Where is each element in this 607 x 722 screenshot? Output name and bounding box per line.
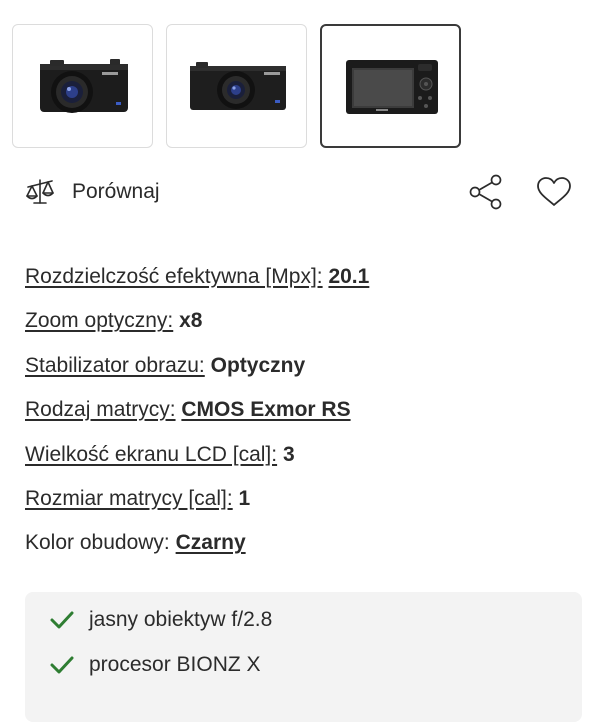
spec-label-sensor-size[interactable]: Rozmiar matrycy [cal]: xyxy=(25,487,233,510)
spec-value-sensor-type[interactable]: CMOS Exmor RS xyxy=(181,398,350,421)
camera-front-angled-image xyxy=(39,59,128,113)
spec-row: Rozmiar matrycy [cal]: 1 xyxy=(25,477,369,521)
favorite-button[interactable] xyxy=(534,172,574,212)
spec-label-resolution[interactable]: Rozdzielczość efektywna [Mpx]: xyxy=(25,265,323,288)
spec-row: Wielkość ekranu LCD [cal]: 3 xyxy=(25,433,369,477)
spec-label-stabilizer[interactable]: Stabilizator obrazu: xyxy=(25,354,205,377)
camera-front-image xyxy=(189,62,286,110)
spec-value-body-color[interactable]: Czarny xyxy=(176,531,246,554)
share-icon xyxy=(469,174,502,210)
spec-value-optical-zoom: x8 xyxy=(179,309,203,333)
image-gallery xyxy=(12,24,461,148)
thumbnail-back[interactable] xyxy=(320,24,461,148)
spec-row: Kolor obudowy: Czarny xyxy=(25,521,369,565)
camera-back-image xyxy=(345,60,438,114)
spec-value-lcd-size: 3 xyxy=(282,442,295,466)
spec-value-stabilizer: Optyczny xyxy=(210,353,306,377)
feature-text: procesor BIONZ X xyxy=(89,653,261,676)
thumbnail-front-angled[interactable] xyxy=(12,24,153,148)
spec-row: Stabilizator obrazu: Optyczny xyxy=(25,344,369,388)
feature-text: jasny obiektyw f/2.8 xyxy=(89,608,273,631)
spec-row: Rozdzielczość efektywna [Mpx]: 20.1 xyxy=(25,255,369,299)
scale-icon xyxy=(26,179,54,204)
spec-list: Rozdzielczość efektywna [Mpx]: 20.1 Zoom… xyxy=(25,255,369,566)
feature-item: procesor BIONZ X xyxy=(49,650,261,680)
heart-icon xyxy=(537,177,571,206)
spec-label-lcd-size[interactable]: Wielkość ekranu LCD [cal]: xyxy=(25,443,277,466)
thumbnail-front[interactable] xyxy=(166,24,307,148)
spec-label-body-color: Kolor obudowy: xyxy=(25,531,170,555)
check-icon xyxy=(50,611,74,629)
compare-button[interactable]: Porównaj xyxy=(24,170,160,214)
check-icon xyxy=(50,656,74,674)
product-actions: Porównaj xyxy=(24,170,574,214)
spec-row: Zoom optyczny: x8 xyxy=(25,299,369,343)
feature-highlights: jasny obiektyw f/2.8 procesor BIONZ X xyxy=(25,592,582,722)
compare-label: Porównaj xyxy=(72,180,160,203)
spec-row: Rodzaj matrycy: CMOS Exmor RS xyxy=(25,388,369,432)
spec-label-sensor-type[interactable]: Rodzaj matrycy: xyxy=(25,398,176,421)
spec-label-optical-zoom[interactable]: Zoom optyczny: xyxy=(25,309,173,332)
spec-value-sensor-size: 1 xyxy=(238,486,251,510)
feature-item: jasny obiektyw f/2.8 xyxy=(49,605,272,635)
spec-value-resolution[interactable]: 20.1 xyxy=(328,265,369,288)
share-button[interactable] xyxy=(466,172,506,212)
